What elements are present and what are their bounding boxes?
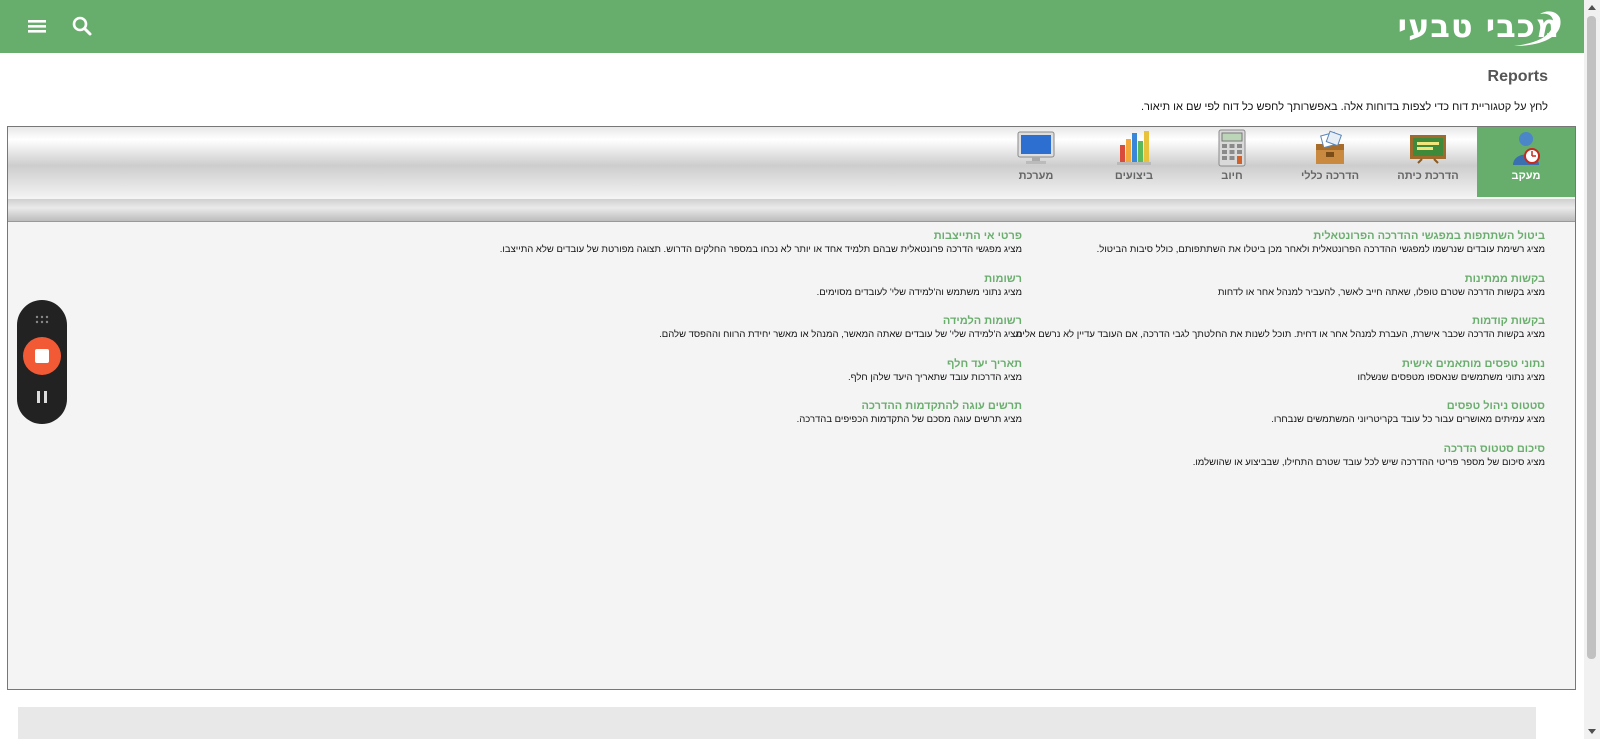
- report-description: מציג נתוני משתמש וה'למידה שלי' לעובדים מ…: [816, 286, 1022, 298]
- report-title[interactable]: סטטוס ניהול טפסים: [1005, 399, 1545, 414]
- report-title[interactable]: נתוני טפסים מותאמים אישית: [1005, 357, 1545, 372]
- report-item[interactable]: פרטי אי התייצבות מציג מפגשי הדרכה פרונטא…: [499, 229, 1022, 272]
- report-item[interactable]: תרשים עוגה להתקדמות ההדרכה מציג תרשים עו…: [502, 399, 1022, 442]
- tab-label: חיוב: [1221, 170, 1243, 182]
- tab-system[interactable]: מערכת: [987, 127, 1085, 197]
- pause-icon[interactable]: [35, 391, 49, 403]
- report-description: מציג בקשות הדרכה שכבר אישרת, העברת למנהל…: [1013, 329, 1545, 340]
- report-description: מציג סיכום של מספר פריטי ההדרכה שיש לכל …: [1192, 456, 1545, 468]
- report-title[interactable]: ביטול השתתפות במפגשי ההדרכה הפרונטאלית: [1005, 229, 1545, 244]
- calculator-icon: [1212, 129, 1252, 167]
- scroll-thumb[interactable]: [1587, 16, 1596, 659]
- tab-label: הדרכת כיתה: [1397, 170, 1459, 182]
- report-item[interactable]: נתוני טפסים מותאמים אישית מציג נתוני משת…: [1005, 357, 1545, 400]
- top-header-bar: מכבי טבעי: [0, 0, 1584, 53]
- tab-label: ביצועים: [1114, 170, 1154, 182]
- tab-general-training[interactable]: הדרכה כללי: [1281, 127, 1379, 197]
- tab-billing[interactable]: חיוב: [1183, 127, 1281, 197]
- report-description: מציג ה'למידה שלי' של עובדים שאתה המאשר, …: [659, 329, 1022, 340]
- maccabi-logo[interactable]: מכבי טבעי: [1398, 4, 1561, 48]
- tab-tracking[interactable]: מעקב: [1477, 127, 1575, 197]
- stop-record-button[interactable]: [23, 337, 61, 375]
- report-title[interactable]: תרשים עוגה להתקדמות ההדרכה: [502, 399, 1022, 414]
- scroll-down-arrow-icon[interactable]: [1588, 729, 1596, 734]
- report-description: מציג בקשות הדרכה שטרם טופלו, שאתה חייב ל…: [1217, 286, 1545, 298]
- report-item[interactable]: ביטול השתתפות במפגשי ההדרכה הפרונטאלית מ…: [1005, 229, 1545, 272]
- reports-column-right: ביטול השתתפות במפגשי ההדרכה הפרונטאלית מ…: [1005, 229, 1545, 484]
- classroom-board-icon: [1408, 129, 1448, 167]
- screen-recorder-widget: [17, 300, 67, 424]
- tab-classroom-training[interactable]: הדרכת כיתה: [1379, 127, 1477, 197]
- page-intro: לחץ על קטגוריית דוח כדי לצפות בדוחות אלה…: [1140, 101, 1548, 113]
- report-title[interactable]: בקשות ממתינות: [1005, 272, 1545, 287]
- scroll-up-arrow-icon[interactable]: [1588, 5, 1596, 10]
- stop-record-icon: [35, 349, 49, 363]
- reports-panel: מעקב הדרכת כיתה הדרכה כללי חיוב ביצועים: [7, 126, 1576, 690]
- category-tabs: מעקב הדרכת כיתה הדרכה כללי חיוב ביצועים: [8, 127, 1575, 197]
- report-title[interactable]: פרטי אי התייצבות: [502, 229, 1022, 244]
- search-icon[interactable]: [70, 14, 94, 38]
- reports-column-left: פרטי אי התייצבות מציג מפגשי הדרכה פרונטא…: [499, 229, 1022, 442]
- report-title[interactable]: תאריך יעד חלף: [502, 357, 1022, 372]
- tab-subheader-bar: [8, 199, 1575, 222]
- tab-performance[interactable]: ביצועים: [1085, 127, 1183, 197]
- report-description: מציג תרשים עוגה מסכם של התקדמות הכפיפים …: [796, 414, 1022, 425]
- general-training-box-icon: [1310, 129, 1350, 167]
- tab-label: מעקב: [1511, 170, 1541, 182]
- report-item[interactable]: תאריך יעד חלף מציג הדרכות עובד שתאריך הי…: [502, 357, 1022, 400]
- report-title[interactable]: רשומות הלמידה: [502, 314, 1022, 329]
- report-description: מציג רשימת עובדים שנרשמו למפגשי ההדרכה ה…: [1096, 244, 1545, 255]
- report-item[interactable]: בקשות ממתינות מציג בקשות הדרכה שטרם טופל…: [1005, 272, 1545, 315]
- report-description: מציג הדרכות עובד שתאריך היעד שלהן חלף.: [848, 371, 1022, 383]
- user-tracking-icon: [1506, 129, 1546, 167]
- report-item[interactable]: סטטוס ניהול טפסים מציג עמיתים מאושרים עב…: [1005, 399, 1545, 442]
- bar-chart-icon: [1114, 129, 1154, 167]
- tab-label: מערכת: [1018, 170, 1054, 182]
- monitor-icon: [1016, 129, 1056, 167]
- report-item[interactable]: רשומות מציג נתוני משתמש וה'למידה שלי' לע…: [502, 272, 1022, 315]
- logo-swoosh-icon: [1514, 11, 1561, 47]
- report-item[interactable]: רשומות הלמידה מציג ה'למידה שלי' של עובדי…: [502, 314, 1022, 357]
- hamburger-menu-icon[interactable]: [25, 14, 49, 38]
- page-scrollbar[interactable]: [1584, 0, 1600, 739]
- report-description: מציג עמיתים מאושרים עבור כל עובד בקריטרי…: [1271, 414, 1545, 425]
- report-title[interactable]: סיכום סטטוס הדרכה: [1005, 442, 1545, 457]
- footer-strip: [18, 707, 1536, 739]
- report-description: מציג מפגשי הדרכה פרונטאלית שבהם תלמיד אח…: [499, 244, 1022, 255]
- report-item[interactable]: סיכום סטטוס הדרכה מציג סיכום של מספר פרי…: [1005, 442, 1545, 485]
- page-title: Reports: [1487, 68, 1548, 85]
- report-item[interactable]: בקשות קודמות מציג בקשות הדרכה שכבר אישרת…: [1005, 314, 1545, 357]
- report-description: מציג נתוני משתמשים שנאספו מטפסים שנשלחו: [1357, 371, 1545, 383]
- drag-handle-icon[interactable]: [34, 310, 50, 324]
- report-title[interactable]: רשומות: [502, 272, 1022, 287]
- tab-label: הדרכה כללי: [1300, 170, 1360, 182]
- report-title[interactable]: בקשות קודמות: [1005, 314, 1545, 329]
